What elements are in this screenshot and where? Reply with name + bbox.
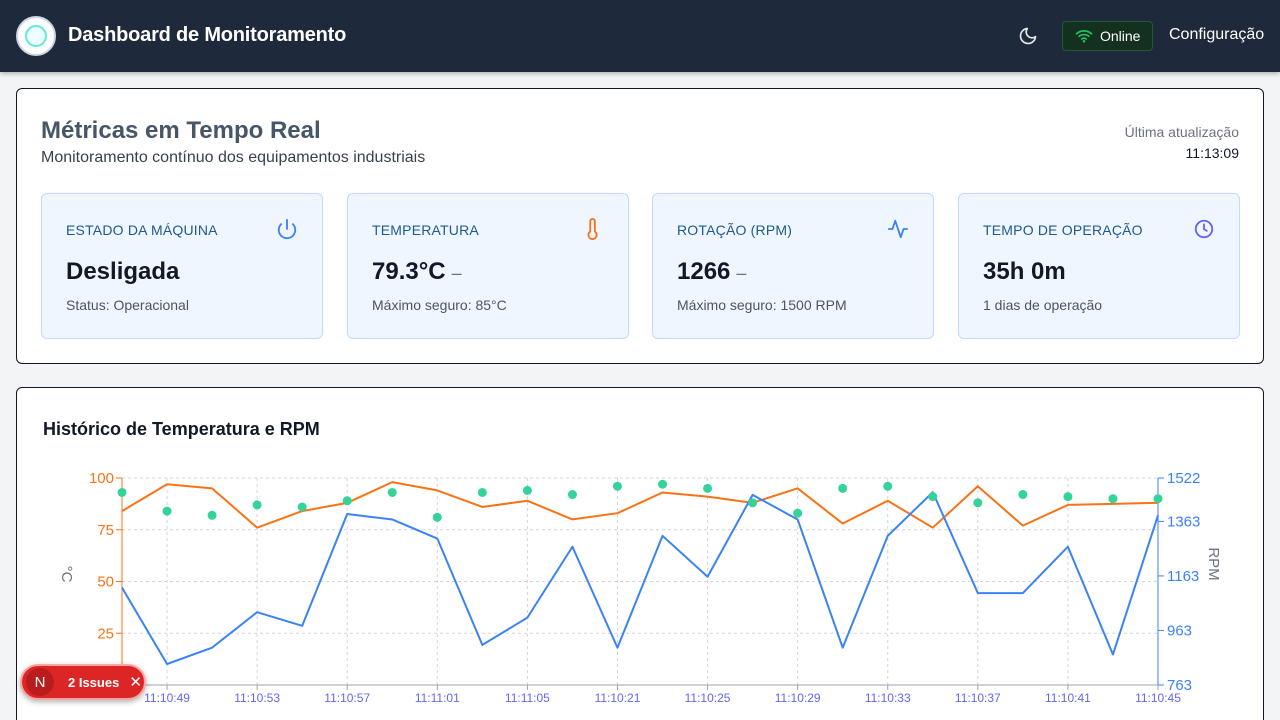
efici-ncia-point [207,510,217,520]
trend-indicator: – [451,263,462,283]
x-tick-label: 11:10:57 [324,691,370,705]
efici-ncia-point [612,481,622,491]
metric-value: 1266– [677,258,747,285]
efici-ncia-point [1018,490,1028,500]
rpm-line [121,491,1159,665]
efici-ncia-point [117,487,127,497]
x-tick-label: 11:10:29 [775,691,821,705]
x-tick-label: 11:10:49 [144,691,190,705]
efici-ncia-point [883,481,893,491]
y2-axis-label: RPM [1205,547,1222,580]
activity-icon [887,218,909,240]
toast-label: 2 Issues [68,674,120,690]
efici-ncia-point [748,498,758,508]
efici-ncia-point [252,500,262,510]
thermometer-icon [582,218,604,240]
x-tick-label: 11:11:01 [415,691,460,705]
issues-toast[interactable]: N 2 Issues ✕ [20,664,146,700]
metric-value: 35h 0m [983,258,1066,285]
machine-state-card: ESTADO DA MÁQUINA Desligada Status: Oper… [41,193,323,339]
y-tick-label: 50 [97,574,114,591]
clock-icon [1193,218,1215,240]
efici-ncia-point [522,485,532,495]
y2-tick-label: 1363 [1167,513,1200,530]
metrics-subtitle: Monitoramento contínuo dos equipamentos … [41,149,426,166]
last-update-time: 11:13:09 [1185,145,1239,161]
last-update-label: Última atualização [1124,124,1239,140]
moon-icon[interactable] [1016,24,1040,48]
top-navbar: Dashboard de Monitoramento Online Config… [0,0,1280,72]
efici-ncia-point [658,479,668,489]
efici-ncia-point [432,512,442,522]
app-title: Dashboard de Monitoramento [68,24,347,46]
metrics-title: Métricas em Tempo Real [41,117,321,144]
efici-ncia-point [162,506,172,516]
x-tick-label: 11:11:05 [505,691,550,705]
efici-ncia-point [703,483,713,493]
efici-ncia-point [342,496,352,506]
y2-tick-label: 1163 [1167,568,1199,585]
efici-ncia-point [973,498,983,508]
rpm-card: ROTAÇÃO (RPM) 1266– Máximo seguro: 1500 … [652,193,934,339]
online-status-badge: Online [1062,21,1154,51]
metric-detail: Status: Operacional [66,297,189,313]
wifi-icon [1075,29,1093,43]
efici-ncia-point [793,508,803,518]
x-tick-label: 11:10:45 [1135,691,1181,705]
online-status-text: Online [1100,28,1141,44]
y-tick-label: 100 [89,470,114,487]
efici-ncia-point [838,483,848,493]
metric-detail: Máximo seguro: 85°C [372,297,507,313]
temperature-card: TEMPERATURA 79.3°C – Máximo seguro: 85°C [347,193,629,339]
metric-value: Desligada [66,258,180,285]
efici-ncia-point [1153,494,1163,504]
y-axis-label: °C [58,566,75,583]
efici-ncia-point [387,487,397,497]
y-tick-label: 75 [97,522,114,539]
metric-value: 79.3°C – [372,258,462,285]
company-logo[interactable] [16,16,56,56]
x-tick-label: 11:10:53 [234,691,280,705]
metrics-panel: Métricas em Tempo Real Monitoramento con… [16,88,1264,364]
history-chart-panel: Histórico de Temperatura e RPM 100 75 50 25… [16,387,1264,720]
efici-ncia-point [477,487,487,497]
y-tick-label: 25 [97,625,114,642]
toast-avatar: N [26,668,54,696]
metric-label: TEMPO DE OPERAÇÃO [983,222,1143,238]
power-icon [276,218,298,240]
y2-tick-label: 963 [1167,622,1192,639]
temperatura-line [121,481,1159,529]
metric-detail: 1 dias de operação [983,297,1103,313]
efici-ncia-point [1063,492,1073,502]
x-tick-label: 11:10:41 [1045,691,1091,705]
metric-label: TEMPERATURA [372,222,479,238]
efici-ncia-point [1108,494,1118,504]
x-tick-label: 11:10:25 [685,691,731,705]
x-tick-label: 11:10:21 [595,691,641,705]
metric-detail: Máximo seguro: 1500 RPM [677,297,847,313]
efici-ncia-point [567,490,577,500]
trend-indicator: – [736,263,747,283]
efici-ncia-point [297,502,307,512]
config-link[interactable]: Configuração [1169,26,1264,44]
uptime-card: TEMPO DE OPERAÇÃO 35h 0m 1 dias de opera… [958,193,1240,339]
close-icon[interactable]: ✕ [129,673,142,691]
y2-tick-label: 1522 [1167,470,1200,487]
x-tick-label: 11:10:37 [955,691,1001,705]
x-tick-label: 11:10:33 [865,691,911,705]
efici-ncia-point [928,492,938,502]
metric-label: ROTAÇÃO (RPM) [677,222,793,238]
history-chart[interactable]: 10075502515221363116396376311:10:49 11:10… [17,388,1263,720]
metric-label: ESTADO DA MÁQUINA [66,222,218,238]
